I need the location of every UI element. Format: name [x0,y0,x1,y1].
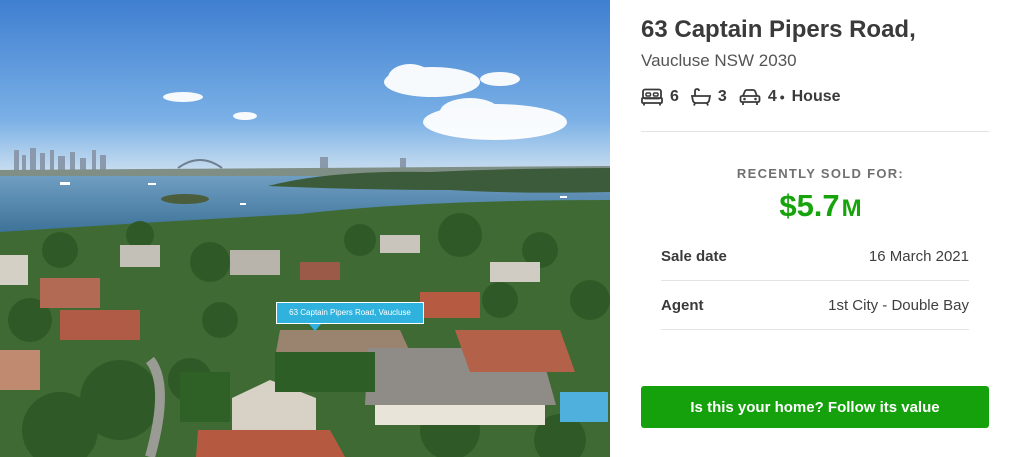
bed-icon [641,88,663,106]
bedrooms-feature: 6 [641,88,691,106]
follow-home-value-button[interactable]: Is this your home? Follow its value [641,386,989,428]
bathrooms-count: 3 [717,88,727,105]
parking-count: 4 [767,88,777,105]
car-icon [739,88,761,106]
property-photo[interactable]: 63 Captain Pipers Road, Vaucluse [0,0,610,457]
address-suburb: Vaucluse NSW 2030 [641,51,797,70]
sale-date-label: Sale date [661,248,727,265]
property-type: House [791,88,841,105]
feature-separator: • [779,89,785,105]
property-features: 6 3 4 • House [641,86,841,108]
bedrooms-count: 6 [670,88,679,105]
divider [641,131,989,132]
sale-date-value: 16 March 2021 [868,248,969,265]
sold-price: $5.7M [610,188,1021,224]
address-map-pin-label: 63 Captain Pipers Road, Vaucluse [276,302,424,331]
bathrooms-feature: 3 [690,88,739,106]
parking-feature: 4 [739,88,779,106]
agent-value: 1st City - Double Bay [828,297,969,314]
sold-label: RECENTLY SOLD FOR: [736,166,905,181]
address-street: 63 Captain Pipers Road, [641,16,916,43]
aerial-view-image [0,0,610,457]
listing-details-panel: 63 Captain Pipers Road, Vaucluse NSW 203… [610,0,1021,457]
sold-price-amount: $5.7 [779,188,840,223]
agent-row: Agent 1st City - Double Bay [661,281,969,330]
divider [661,329,969,330]
sold-price-unit: M [841,195,862,222]
bath-icon [690,88,711,106]
agent-label: Agent [661,297,704,314]
sale-date-row: Sale date 16 March 2021 [661,232,969,281]
